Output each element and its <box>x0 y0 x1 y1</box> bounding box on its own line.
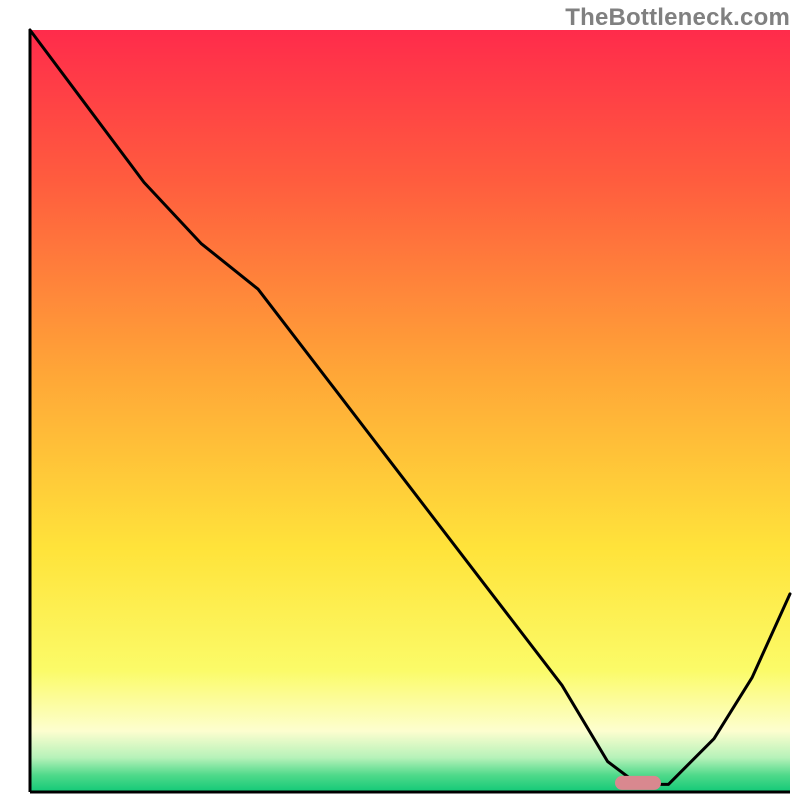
chart-svg <box>0 0 800 800</box>
watermark-text: TheBottleneck.com <box>565 4 790 32</box>
gradient-background <box>30 30 790 792</box>
target-marker <box>615 776 661 790</box>
bottleneck-chart: TheBottleneck.com <box>0 0 800 800</box>
